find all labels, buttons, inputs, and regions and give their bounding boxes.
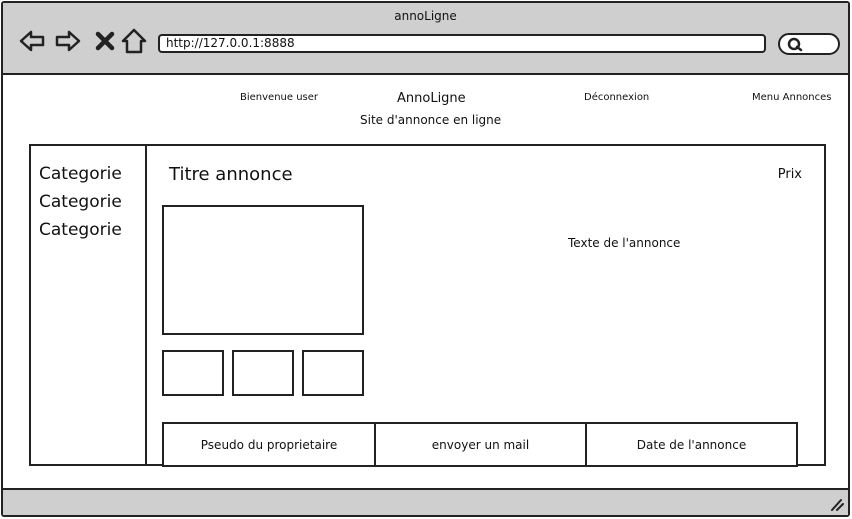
site-logo[interactable]: AnnoLigne [397, 91, 466, 106]
ad-thumbnail[interactable] [232, 350, 294, 396]
send-mail-button[interactable]: envoyer un mail [374, 422, 587, 467]
close-icon[interactable] [91, 27, 119, 55]
ad-title: Titre annonce [169, 164, 293, 185]
forward-arrow-icon[interactable] [54, 27, 82, 55]
owner-pseudo-button[interactable]: Pseudo du proprietaire [162, 422, 376, 467]
status-bar [3, 488, 848, 515]
resize-grip-icon[interactable] [828, 497, 844, 511]
ad-description: Texte de l'annonce [568, 236, 681, 250]
address-bar[interactable]: http://127.0.0.1:8888 [158, 34, 766, 53]
ad-thumbnail[interactable] [162, 350, 224, 396]
sidebar-item-category[interactable]: Categorie [39, 192, 122, 212]
welcome-text: Bienvenue user [240, 92, 319, 103]
ad-thumbnail[interactable] [302, 350, 364, 396]
ad-main-image[interactable] [162, 205, 364, 335]
home-icon[interactable] [120, 27, 148, 55]
back-arrow-icon[interactable] [18, 27, 46, 55]
ad-action-bar: Pseudo du proprietaire envoyer un mail D… [162, 422, 798, 467]
ad-price: Prix [777, 167, 802, 182]
window-title: annoLigne [394, 9, 457, 23]
browser-toolbar: annoLigne http://127.0.0.1:8888 [3, 3, 848, 75]
search-icon [787, 37, 803, 52]
menu-annonces-link[interactable]: Menu Annonces [752, 92, 831, 103]
ad-detail-panel: Titre annonce Prix Texte de l'annonce Ps… [147, 144, 826, 467]
sidebar-item-category[interactable]: Categorie [39, 164, 122, 184]
ad-date: Date de l'annonce [585, 422, 798, 467]
category-sidebar: Categorie Categorie Categorie [29, 144, 147, 466]
browser-window: annoLigne http://127.0.0.1:8888 Bienvenu… [1, 1, 850, 517]
sidebar-item-category[interactable]: Categorie [39, 220, 122, 240]
site-tagline: Site d'annonce en ligne [360, 113, 502, 127]
logout-link[interactable]: Déconnexion [584, 92, 649, 103]
search-button[interactable] [778, 33, 840, 55]
